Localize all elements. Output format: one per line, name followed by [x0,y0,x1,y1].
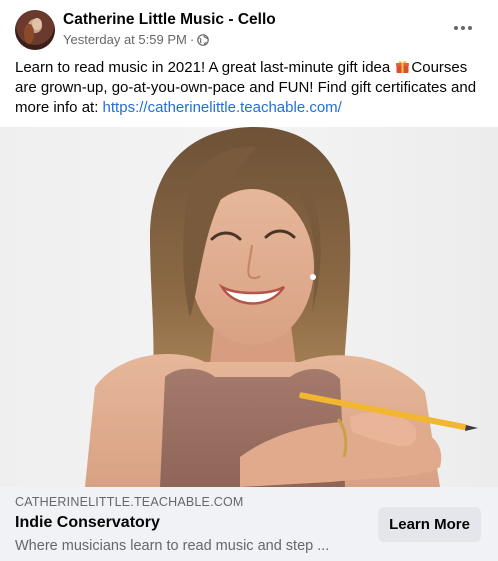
more-options-icon[interactable] [446,14,480,42]
gift-icon [395,59,410,74]
more-dot [454,26,458,30]
preview-domain: CATHERINELITTLE.TEACHABLE.COM [15,495,244,509]
post-text-part1: Learn to read music in 2021! A great las… [15,59,395,76]
page-name[interactable]: Catherine Little Music - Cello [63,11,276,29]
post-header: Catherine Little Music - Cello Yesterday… [0,0,498,56]
post-meta: Yesterday at 5:59 PM · [63,32,209,47]
post-text: Learn to read music in 2021! A great las… [15,58,485,118]
page-avatar[interactable] [15,10,55,50]
learn-more-button[interactable]: Learn More [378,507,481,542]
preview-description: Where musicians learn to read music and … [15,538,330,554]
meta-separator: · [189,32,195,47]
post-timestamp[interactable]: Yesterday at 5:59 PM [63,32,187,47]
more-dot [468,26,472,30]
facebook-post: Catherine Little Music - Cello Yesterday… [0,0,498,561]
avatar-face [32,18,42,30]
post-link[interactable]: https://catherinelittle.teachable.com/ [103,99,342,116]
more-dot [461,26,465,30]
preview-title[interactable]: Indie Conservatory [15,514,160,532]
woman-with-pencil-photo [85,127,478,487]
globe-icon [197,33,209,46]
post-photo[interactable] [0,127,498,487]
